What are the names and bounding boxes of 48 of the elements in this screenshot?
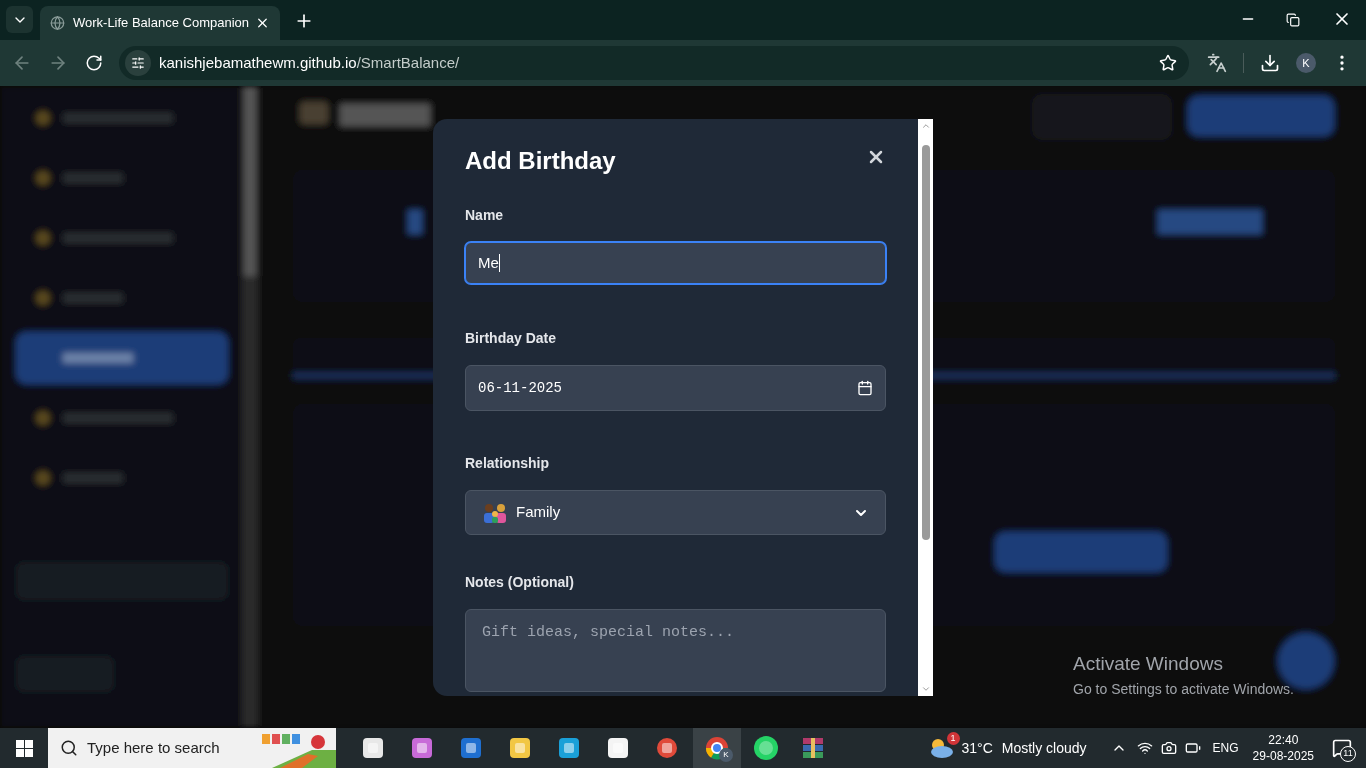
language-indicator[interactable]: ENG	[1212, 739, 1239, 757]
profile-badge: K	[719, 748, 733, 762]
reload-icon[interactable]	[85, 54, 103, 72]
relationship-select[interactable]: Family	[465, 490, 886, 535]
camera-icon[interactable]	[1160, 740, 1177, 756]
notes-text-area[interactable]: Gift ideas, special notes...	[465, 609, 886, 692]
tab-search-button[interactable]	[6, 6, 33, 33]
dialog-title: Add Birthday	[465, 146, 616, 176]
download-icon[interactable]	[1260, 53, 1280, 73]
tab-title: Work-Life Balance Companion	[72, 14, 250, 33]
wifi-icon[interactable]	[1136, 740, 1153, 756]
start-icon[interactable]	[16, 739, 33, 757]
search-icon	[60, 739, 78, 757]
taskbar-app-icon[interactable]	[655, 736, 679, 760]
field-label: Relationship	[465, 454, 550, 473]
field-label: Birthday Date	[465, 329, 558, 348]
taskbar-app-icon[interactable]	[459, 736, 483, 760]
address-bar[interactable]: kanishjebamathewm.github.io/SmartBalance/	[119, 46, 1189, 80]
weather-condition: Mostly cloudy	[1001, 738, 1087, 758]
notification-count: 11	[1340, 746, 1356, 762]
bookmark-star-icon[interactable]	[1159, 54, 1177, 72]
profile-avatar[interactable]: K	[1296, 53, 1316, 73]
archive-app-icon[interactable]	[801, 736, 825, 760]
taskbar-app-icon[interactable]	[410, 736, 434, 760]
taskbar-app-icon[interactable]	[557, 736, 581, 760]
calendar-icon[interactable]	[857, 380, 873, 396]
name-input-field[interactable]: Me	[465, 242, 886, 284]
url-text: kanishjebamathewm.github.io/SmartBalance/	[159, 52, 460, 73]
temperature: 31°C	[961, 738, 993, 758]
taskbar-search-field[interactable]: Type here to search	[48, 728, 336, 768]
restore-icon[interactable]	[1286, 13, 1300, 27]
taskbar-app-icon[interactable]	[361, 736, 385, 760]
field-label: Notes (Optional)	[465, 573, 575, 592]
battery-icon[interactable]	[1184, 740, 1201, 756]
whatsapp-icon[interactable]	[753, 735, 779, 761]
site-settings-icon[interactable]	[131, 56, 145, 70]
browser-tab[interactable]: Work-Life Balance Companion	[40, 6, 280, 40]
activation-watermark-text: Go to Settings to activate Windows.	[1073, 679, 1294, 699]
activation-watermark-title: Activate Windows	[1073, 652, 1224, 676]
taskbar-app-icon[interactable]	[606, 736, 630, 760]
date-input-field[interactable]: 06-11-2025	[465, 365, 886, 411]
translate-icon[interactable]	[1207, 53, 1227, 73]
clock[interactable]: 22:40 29-08-2025	[1252, 732, 1314, 764]
globe-icon	[50, 15, 65, 31]
weather-badge: 1	[946, 732, 960, 745]
family-icon	[482, 502, 508, 523]
field-label: Name	[465, 206, 505, 225]
taskbar-app-icon[interactable]	[508, 736, 532, 760]
